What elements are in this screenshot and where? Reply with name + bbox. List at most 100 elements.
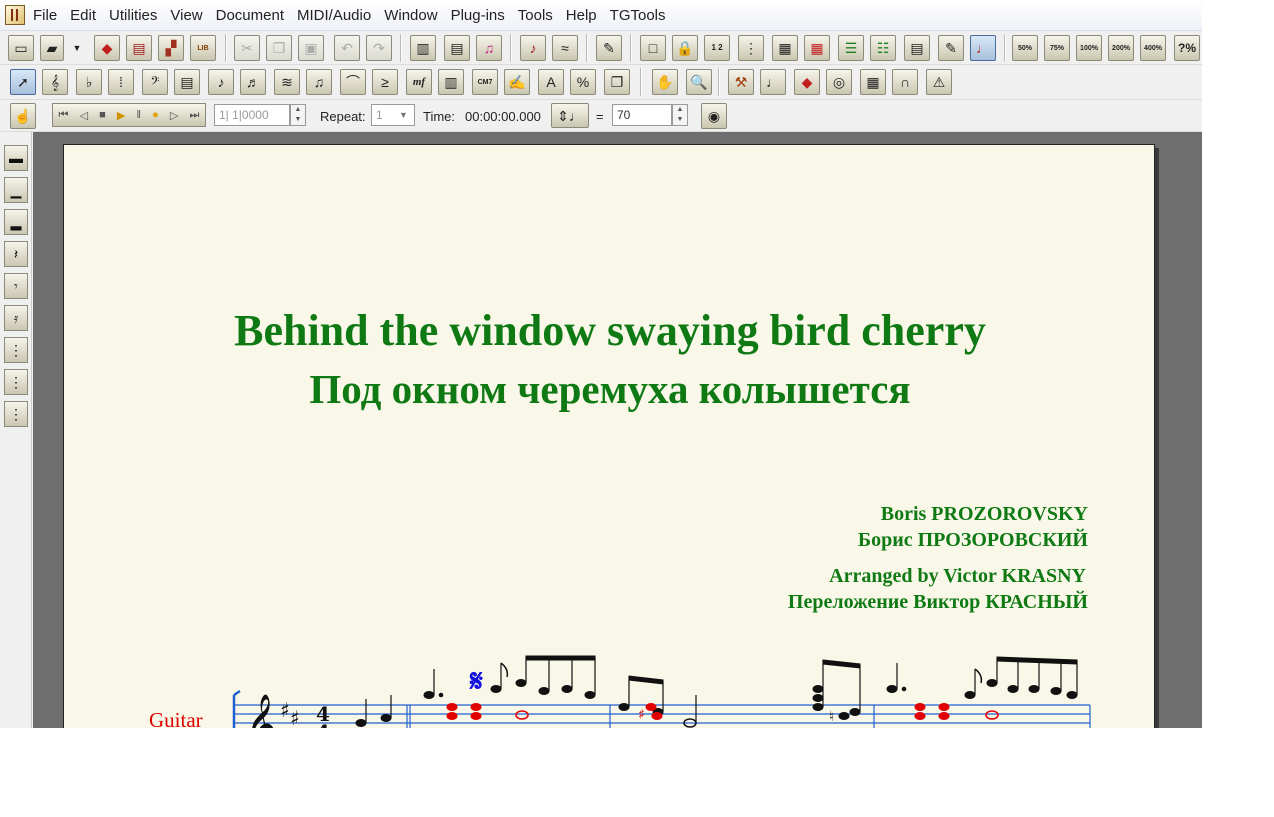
tempo-spinner-icon[interactable]: ▲ ▼	[672, 104, 688, 126]
blank-page-icon[interactable]: □	[640, 35, 666, 61]
selection-tool-icon[interactable]: ➚	[10, 69, 36, 95]
page-layout-tool-icon[interactable]: ❐	[604, 69, 630, 95]
sixty-fourth-rest-icon[interactable]: ⋮	[4, 369, 28, 395]
hand-grabber-tool-icon[interactable]: ✋	[652, 69, 678, 95]
metronome-tool-icon[interactable]: ⚠	[926, 69, 952, 95]
zoom-tool-icon[interactable]: 🔍	[686, 69, 712, 95]
time-signature-tool-icon[interactable]: ⁞	[108, 69, 134, 95]
stop-icon[interactable]: ■	[99, 109, 106, 121]
edit-page-icon[interactable]: ✎	[938, 35, 964, 61]
rewind-icon[interactable]: ◁	[80, 109, 88, 122]
new-document-icon[interactable]: ▭	[8, 35, 34, 61]
instrument-name[interactable]: Guitar	[149, 708, 203, 728]
midi-audio-tool-icon[interactable]: ◎	[826, 69, 852, 95]
app-logo-icon[interactable]	[5, 5, 25, 25]
pause-icon[interactable]: ‖	[136, 109, 141, 121]
zoom-75-button[interactable]: 75%	[1044, 35, 1070, 61]
zoom-200-button[interactable]: 200%	[1108, 35, 1134, 61]
note-mover-icon[interactable]: ♩	[970, 35, 996, 61]
hyperscribe-tool-icon[interactable]: ≋	[274, 69, 300, 95]
cut-icon[interactable]: ✂	[234, 35, 260, 61]
articulation-tool-icon[interactable]: ≥	[372, 69, 398, 95]
music-staff[interactable]: 𝄞 ♯ ♯ 4 4 𝄋 ♯ ♮	[224, 655, 1104, 728]
play-icon[interactable]: ▶	[117, 109, 125, 122]
key-signature-tool-icon[interactable]: ♭	[76, 69, 102, 95]
graphics-tool-icon[interactable]: ♩	[760, 69, 786, 95]
repeat-dropdown-arrow-icon[interactable]: ▼	[399, 110, 408, 120]
text-tool-icon[interactable]: A	[538, 69, 564, 95]
midi-tool-icon[interactable]: ◆	[794, 69, 820, 95]
thirty-second-rest-icon[interactable]: ⋮	[4, 337, 28, 363]
speedy-entry-tool-icon[interactable]: ♬	[240, 69, 266, 95]
tuplet-tool-icon[interactable]: ♫	[306, 69, 332, 95]
hand-tool-icon[interactable]: ☝	[10, 103, 36, 129]
page-view-icon[interactable]: ▥	[410, 35, 436, 61]
ossia-tool-icon[interactable]: ∩	[892, 69, 918, 95]
menu-utilities[interactable]: Utilities	[109, 7, 157, 24]
score-page[interactable]: Behind the window swaying bird cherry По…	[63, 144, 1155, 728]
chord-tool-icon[interactable]: CM7	[472, 69, 498, 95]
repeat-tool-icon[interactable]: ▥	[438, 69, 464, 95]
special-tools-icon[interactable]: ⚒	[728, 69, 754, 95]
repeat-select[interactable]: 1	[371, 104, 415, 126]
eighth-rest-icon[interactable]: 𝄾	[4, 273, 28, 299]
open-dropdown-arrow-icon[interactable]: ▼	[66, 35, 88, 61]
menu-midi-audio[interactable]: MIDI/Audio	[297, 7, 371, 24]
smart-shape-tool-icon[interactable]: ⌒	[340, 69, 366, 95]
tempo-note-icon[interactable]: ⇕♩	[551, 103, 589, 128]
measure-numbers-icon[interactable]: 1 2	[704, 35, 730, 61]
simple-entry-tool-icon[interactable]: ♪	[208, 69, 234, 95]
resize-tool-icon[interactable]: %	[570, 69, 596, 95]
human-playback-icon[interactable]: ≈	[552, 35, 578, 61]
zoom-100-button[interactable]: 100%	[1076, 35, 1102, 61]
menu-help[interactable]: Help	[566, 7, 597, 24]
whole-rest-icon[interactable]: ▬	[4, 145, 28, 171]
quarter-rest-icon[interactable]: 𝄽	[4, 241, 28, 267]
menu-tools[interactable]: Tools	[518, 7, 553, 24]
composer-english[interactable]: Boris PROZOROVSKY	[881, 503, 1088, 526]
open-folder-icon[interactable]: ▰	[40, 35, 64, 61]
clef-tool-icon[interactable]: 𝄢	[142, 69, 168, 95]
menu-tgtools[interactable]: TGTools	[610, 7, 666, 24]
record-icon[interactable]: ●	[152, 109, 159, 121]
redo-icon[interactable]: ↷	[366, 35, 392, 61]
half-rest-icon[interactable]: ▁	[4, 177, 28, 203]
sixteenth-rest-icon[interactable]: 𝄿	[4, 305, 28, 331]
playback-toggle-icon[interactable]: ♪	[520, 35, 546, 61]
lock-icon[interactable]: 🔒	[672, 35, 698, 61]
menu-file[interactable]: File	[33, 7, 57, 24]
scroll-view-icon[interactable]: ▤	[444, 35, 470, 61]
staff-lines-icon[interactable]: ☰	[838, 35, 864, 61]
menu-window[interactable]: Window	[384, 7, 437, 24]
tempo-field[interactable]: 70	[612, 104, 672, 126]
save-icon[interactable]: ◆	[94, 35, 120, 61]
hundred-twenty-eighth-rest-icon[interactable]: ⋮	[4, 401, 28, 427]
copy-icon[interactable]: ❐	[266, 35, 292, 61]
expression-tool-icon[interactable]: mf	[406, 69, 432, 95]
zoom-400-button[interactable]: 400%	[1140, 35, 1166, 61]
arranger-russian[interactable]: Переложение Виктор КРАСНЫЙ	[788, 591, 1088, 614]
undo-icon[interactable]: ↶	[334, 35, 360, 61]
forward-to-end-icon[interactable]: ⏭	[189, 109, 199, 122]
zoom-custom-button[interactable]: ?%	[1174, 35, 1200, 61]
rewind-to-start-icon[interactable]: ⏮	[59, 109, 69, 122]
library-icon[interactable]: ▞	[158, 35, 184, 61]
arranger-english[interactable]: Arranged by Victor KRASNY	[829, 565, 1086, 588]
document-area[interactable]: Behind the window swaying bird cherry По…	[33, 132, 1202, 728]
print-icon[interactable]: ▤	[126, 35, 152, 61]
menu-document[interactable]: Document	[216, 7, 284, 24]
studio-view-icon[interactable]: ♫	[476, 35, 502, 61]
staff-lines-red-icon[interactable]: ☷	[870, 35, 896, 61]
library-lib-icon[interactable]: LIB	[190, 35, 216, 61]
fast-forward-icon[interactable]: ▷	[170, 109, 178, 122]
speaker-icon[interactable]: ◉	[701, 103, 727, 129]
menu-plug-ins[interactable]: Plug-ins	[451, 7, 505, 24]
composer-russian[interactable]: Борис ПРОЗОРОВСКИЙ	[858, 529, 1088, 552]
measure-position-field[interactable]: 1| 1|0000	[214, 104, 290, 126]
grid-red-icon[interactable]: ▦	[804, 35, 830, 61]
barline-icon[interactable]: ⋮	[738, 35, 764, 61]
score-title-russian[interactable]: Под окном черемуха колышется	[64, 365, 1156, 413]
staff-tool-icon[interactable]: 𝄞	[42, 69, 68, 95]
lyrics-tool-icon[interactable]: ✍	[504, 69, 530, 95]
grid-icon[interactable]: ▦	[772, 35, 798, 61]
